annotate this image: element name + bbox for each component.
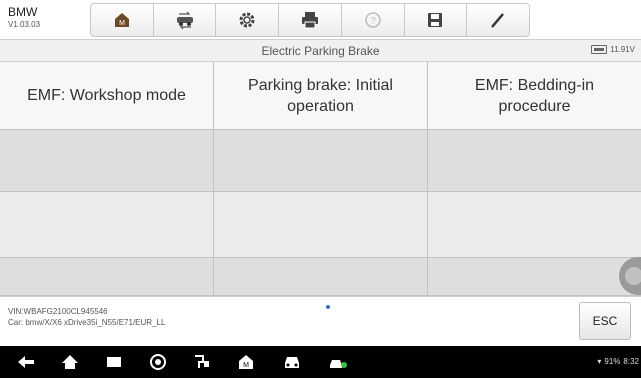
help-button[interactable]: ? <box>342 4 405 36</box>
battery-percent: 91% <box>604 357 621 366</box>
print-button[interactable] <box>279 4 342 36</box>
function-menu-grid: EMF: Workshop mode Parking brake: Initia… <box>0 62 641 296</box>
vin-text: VIN:WBAFG2100CL945546 <box>8 307 108 316</box>
diagnostics-app-button[interactable] <box>190 352 214 372</box>
svg-text:M: M <box>243 362 249 369</box>
vci-status-button[interactable] <box>326 352 350 372</box>
software-version: V1.03.03 <box>8 20 41 29</box>
pen-icon <box>491 13 505 28</box>
recent-apps-button[interactable] <box>102 352 126 372</box>
empty-cell <box>428 192 641 258</box>
empty-menu-row <box>0 130 641 192</box>
brand-block: BMW V1.03.03 <box>8 5 40 31</box>
vehicle-swap-icon <box>176 11 193 30</box>
autel-home-button[interactable]: M <box>234 352 258 372</box>
home-icon: M <box>114 13 129 27</box>
brand-name: BMW <box>8 5 38 19</box>
vci-connection-icon <box>330 360 347 368</box>
wifi-icon: ▾ <box>597 357 602 366</box>
menu-row: EMF: Workshop mode Parking brake: Initia… <box>0 62 641 130</box>
empty-cell <box>0 192 214 258</box>
browser-button[interactable] <box>146 352 170 372</box>
svg-text:M: M <box>119 20 125 27</box>
help-icon: ? <box>364 12 381 28</box>
connector-icon <box>195 355 209 368</box>
android-home-button[interactable] <box>58 352 82 372</box>
svg-text:?: ? <box>370 16 376 27</box>
save-icon <box>428 13 443 27</box>
house-icon <box>62 355 78 369</box>
empty-cell <box>214 192 428 258</box>
empty-cell <box>0 258 214 296</box>
car-icon <box>285 357 299 368</box>
page-indicator-dot <box>326 305 330 309</box>
esc-button[interactable]: ESC <box>579 302 631 340</box>
page-title: Electric Parking Brake <box>261 44 380 58</box>
menu-item-bedding-in[interactable]: EMF: Bedding-in procedure <box>428 62 641 130</box>
chrome-icon <box>150 354 166 370</box>
menu-item-workshop-mode[interactable]: EMF: Workshop mode <box>0 62 214 130</box>
battery-icon <box>591 45 608 54</box>
empty-cell <box>428 130 641 192</box>
empty-cell <box>428 258 641 296</box>
empty-cell <box>0 130 214 192</box>
empty-cell <box>214 258 428 296</box>
edit-button[interactable] <box>467 4 529 36</box>
home-icon: M <box>239 355 253 369</box>
save-button[interactable] <box>405 4 468 36</box>
clock: 8:32 <box>623 357 639 366</box>
back-button[interactable] <box>14 352 38 372</box>
home-button[interactable]: M <box>91 4 154 36</box>
vehicle-swap-button[interactable] <box>154 4 217 36</box>
back-arrow-icon <box>18 356 34 368</box>
menu-item-initial-operation[interactable]: Parking brake: Initial operation <box>214 62 428 130</box>
system-status: ▾ 91% 8:32 <box>597 357 639 366</box>
vehicle-info-footer: VIN:WBAFG2100CL945546 Car: bmw/X/X6 xDri… <box>0 296 641 346</box>
print-icon <box>302 12 319 29</box>
toolbar: M ? <box>90 3 530 37</box>
empty-cell <box>214 130 428 192</box>
settings-button[interactable] <box>216 4 280 36</box>
recent-apps-icon <box>107 357 121 367</box>
function-title-bar: Electric Parking Brake 11.91V <box>0 40 641 62</box>
top-header-bar: BMW V1.03.03 M ? <box>0 0 641 40</box>
voltage-indicator: 11.91V <box>591 45 635 54</box>
car-path-text: Car: bmw/X/X6 xDrive35i_N55/E71/EUR_LL <box>8 318 166 327</box>
vehicle-button[interactable] <box>280 352 304 372</box>
voltage-value: 11.91V <box>610 45 635 54</box>
vehicle-info: VIN:WBAFG2100CL945546 Car: bmw/X/X6 xDri… <box>8 306 165 328</box>
empty-menu-row <box>0 258 641 296</box>
settings-gear-icon <box>239 12 255 28</box>
android-nav-bar: M ▾ 91% 8:32 <box>0 346 641 378</box>
empty-menu-row <box>0 192 641 258</box>
